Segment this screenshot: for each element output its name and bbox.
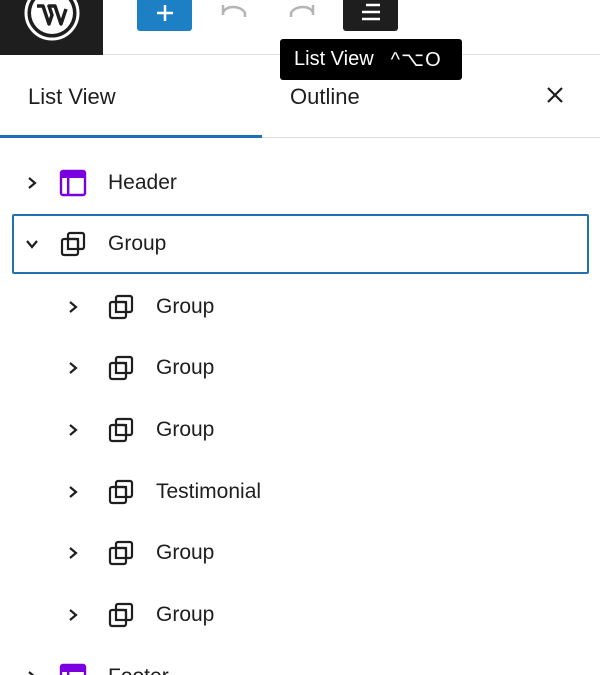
group-icon xyxy=(106,538,136,568)
list-view-icon xyxy=(358,1,384,30)
tab-list-view-label: List View xyxy=(28,84,116,109)
chevron-down-icon[interactable] xyxy=(24,236,40,252)
tab-outline-label: Outline xyxy=(290,84,360,109)
tree-row-header[interactable]: Header xyxy=(0,158,600,208)
group-icon xyxy=(106,415,136,445)
wordpress-logo-icon xyxy=(23,0,81,47)
group-icon xyxy=(106,600,136,630)
chevron-right-icon[interactable] xyxy=(24,669,40,675)
tab-list-view[interactable]: List View xyxy=(28,56,116,138)
group-icon xyxy=(106,353,136,383)
active-tab-indicator xyxy=(0,135,262,138)
group-icon xyxy=(106,477,136,507)
chevron-right-icon[interactable] xyxy=(65,360,81,376)
chevron-right-icon[interactable] xyxy=(24,175,40,191)
tree-row-group[interactable]: Group xyxy=(0,282,600,332)
template-part-icon xyxy=(58,168,88,198)
list-view-toggle-button[interactable] xyxy=(343,0,398,31)
wordpress-logo-button[interactable] xyxy=(0,0,103,55)
group-icon xyxy=(58,229,88,259)
list-view-tooltip: List View ^⌥O xyxy=(280,39,462,80)
tree-row-label: Group xyxy=(156,295,215,318)
tree-row-group[interactable]: Group xyxy=(0,528,600,578)
undo-icon xyxy=(219,3,249,28)
tree-row-testimonial[interactable]: Testimonial xyxy=(0,467,600,517)
redo-icon xyxy=(287,3,317,28)
chevron-right-icon[interactable] xyxy=(65,299,81,315)
tree-row-label: Group xyxy=(156,418,215,441)
tree-row-group-selected[interactable]: Group xyxy=(12,214,589,274)
chevron-right-icon[interactable] xyxy=(65,545,81,561)
close-button[interactable] xyxy=(540,82,570,112)
plus-icon xyxy=(155,3,175,28)
tree-row-group[interactable]: Group xyxy=(0,590,600,640)
tree-row-label: Group xyxy=(156,541,215,564)
tree-row-label: Header xyxy=(108,171,177,194)
tooltip-shortcut: ^⌥O xyxy=(390,49,442,71)
tooltip-label: List View xyxy=(294,48,374,70)
tree-row-label: Group xyxy=(156,603,215,626)
chevron-right-icon[interactable] xyxy=(65,484,81,500)
tree-row-group[interactable]: Group xyxy=(0,343,600,393)
add-block-button[interactable] xyxy=(137,0,192,31)
group-icon xyxy=(106,292,136,322)
redo-button[interactable] xyxy=(282,0,322,30)
tree-row-label: Group xyxy=(156,356,215,379)
undo-button[interactable] xyxy=(214,0,254,30)
tree-row-group[interactable]: Group xyxy=(0,405,600,455)
template-part-icon xyxy=(58,662,88,675)
tree-row-label: Testimonial xyxy=(156,480,262,503)
tree-row-footer[interactable]: Footer xyxy=(0,652,600,675)
chevron-right-icon[interactable] xyxy=(65,422,81,438)
tree-row-label: Group xyxy=(108,232,167,255)
close-icon xyxy=(545,85,565,110)
tree-row-label: Footer xyxy=(108,665,169,675)
chevron-right-icon[interactable] xyxy=(65,607,81,623)
